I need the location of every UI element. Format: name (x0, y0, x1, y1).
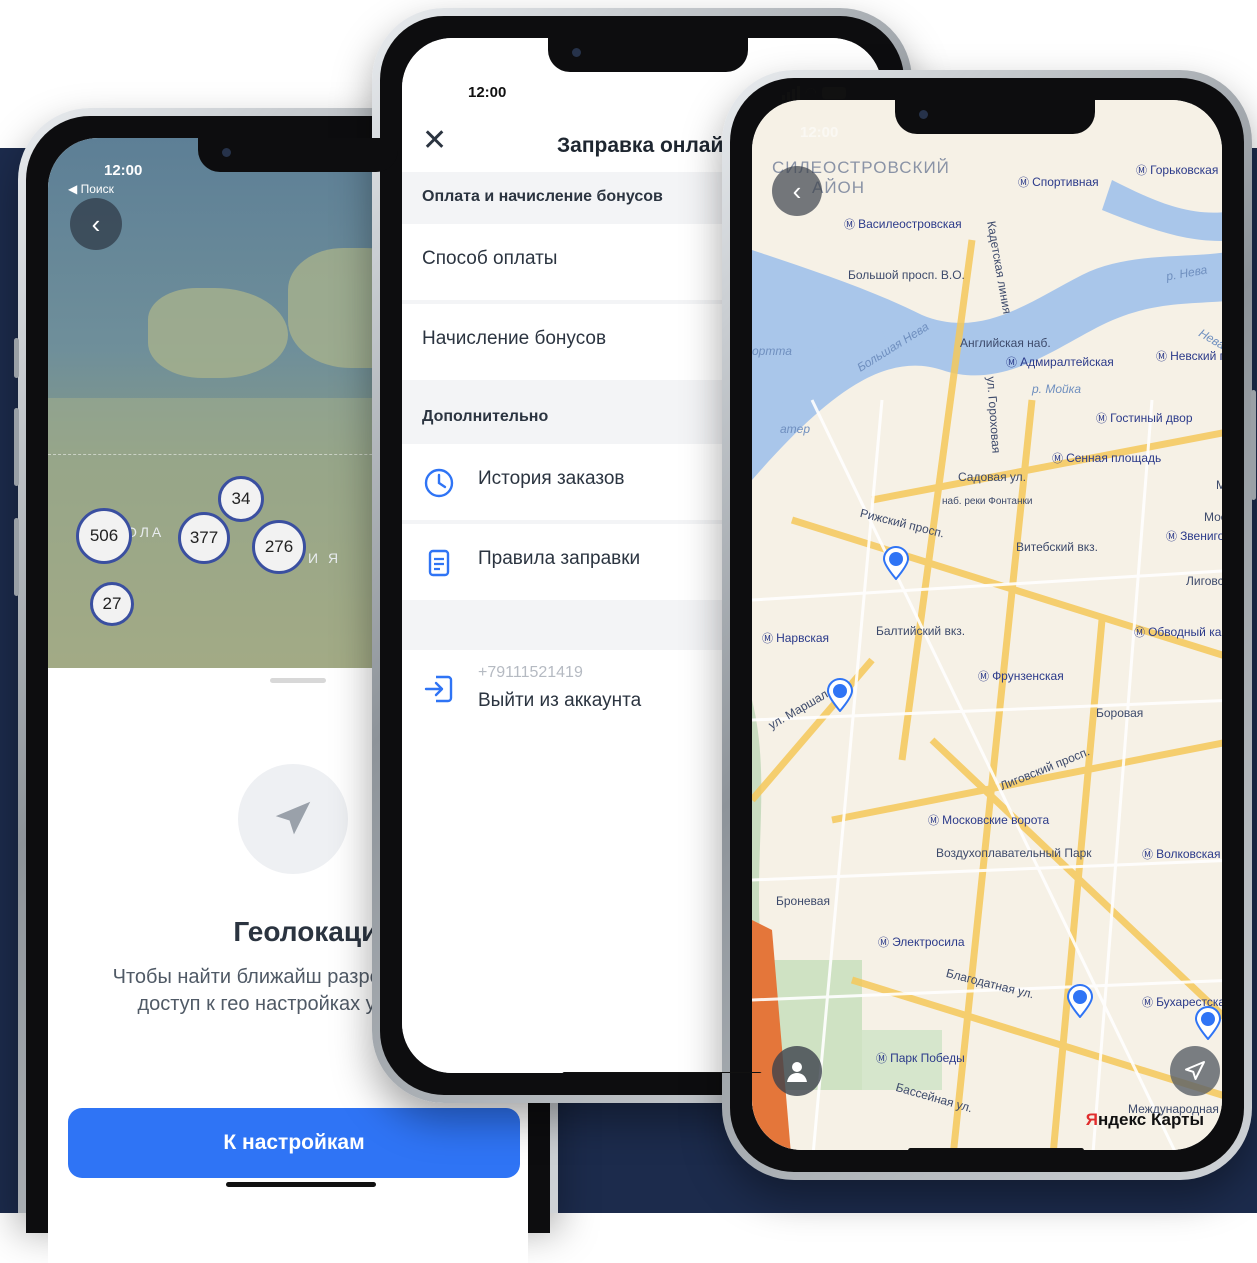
street-label: Боровая (1096, 706, 1144, 720)
metro-label: Парк Победы (876, 1050, 965, 1066)
metro-label: Обводный канал (1134, 624, 1222, 640)
profile-button[interactable] (772, 1046, 822, 1096)
my-location-button[interactable] (1170, 1046, 1220, 1096)
metro-label: Звенигор (1166, 528, 1222, 544)
notch (895, 100, 1095, 134)
street-label: Балтийский вкз. (876, 624, 966, 638)
station-cluster[interactable]: 27 (90, 582, 134, 626)
station-cluster[interactable]: 506 (76, 508, 132, 564)
gas-station-pin[interactable] (826, 678, 854, 713)
signal-icon (781, 85, 800, 100)
home-indicator (226, 1182, 376, 1187)
metro-label: Московские ворота (928, 812, 1049, 828)
phone-city-map: СИЛЕОСТРОВСКИЙ АЙОН Спортивная Горьковск… (722, 70, 1256, 1180)
gas-station-pin[interactable] (1194, 1006, 1222, 1041)
street-label: Английская наб. (960, 336, 1051, 350)
street-label: наб. реки Фонтанки (942, 496, 1033, 507)
volume-down-button (14, 518, 19, 596)
logout-icon (422, 672, 456, 706)
power-button (1251, 390, 1256, 500)
location-arrow-icon (238, 764, 348, 874)
page-title: Заправка онлайн (557, 134, 737, 157)
station-cluster[interactable]: 377 (178, 512, 230, 564)
status-time: 12:00 (468, 84, 507, 101)
wifi-icon: ◠ (804, 84, 817, 100)
status-time: 12:00 (800, 124, 839, 141)
water-label: р. Мойка (1032, 382, 1082, 396)
gas-station-pin[interactable] (882, 546, 910, 581)
metro-label: Сенная площадь (1052, 450, 1161, 466)
street-label: Лиговск просп (1186, 574, 1222, 588)
metro-label: Спортивная (1018, 174, 1099, 190)
status-icons: ◠ (781, 84, 846, 101)
home-indicator (562, 1072, 762, 1073)
payment-method-label: Способ оплаты (422, 248, 558, 269)
city-map[interactable]: СИЛЕОСТРОВСКИЙ АЙОН Спортивная Горьковск… (752, 100, 1222, 1150)
fuel-rules-label: Правила заправки (478, 548, 641, 569)
notch (548, 38, 748, 72)
station-cluster[interactable]: 276 (252, 520, 306, 574)
home-indicator (908, 1148, 1084, 1150)
side-button (14, 338, 19, 378)
chevron-left-icon: ‹ (91, 209, 101, 239)
map-label: И Я (308, 550, 342, 566)
station-cluster[interactable]: 34 (218, 476, 264, 522)
user-icon (787, 1062, 807, 1082)
yandex-maps-logo: Яндекс Карты (1085, 1110, 1204, 1129)
volume-up-button (14, 408, 19, 486)
back-button[interactable]: ‹ (772, 166, 822, 216)
street-label: Броневая (776, 894, 830, 908)
logout-label: Выйти из аккаунта (478, 690, 642, 711)
section-header-payment: Оплата и начисление бонусов (422, 188, 663, 205)
metro-label: Адмиралтейская (1006, 354, 1114, 370)
screen: СИЛЕОСТРОВСКИЙ АЙОН Спортивная Горьковск… (752, 100, 1222, 1150)
street-label: Ма (1216, 478, 1222, 492)
clock-icon (422, 466, 456, 500)
metro-label: Волковская (1142, 846, 1220, 862)
account-phone-number: +79111521419 (478, 664, 583, 681)
close-icon[interactable]: ✕ (422, 126, 447, 156)
street-label: Мос (1204, 510, 1222, 524)
notch (198, 138, 398, 172)
chevron-left-icon: ‹ (792, 176, 802, 206)
location-arrow-icon (1185, 1061, 1205, 1080)
back-button[interactable]: ‹ (70, 198, 122, 250)
metro-label: Горьковская (1136, 162, 1218, 178)
metro-label: Невский проспект (1156, 348, 1222, 364)
open-settings-button[interactable]: К настройкам (68, 1108, 520, 1178)
metro-label: Василеостровская (844, 216, 962, 232)
status-time: 12:00 (104, 162, 143, 179)
metro-label: Нарвская (762, 630, 829, 646)
battery-icon (822, 86, 846, 99)
street-label: Воздухоплавательный Парк (936, 846, 1092, 860)
back-to-search-link[interactable]: ◀ Поиск (68, 182, 114, 196)
street-label: Витебский вкз. (1016, 540, 1098, 554)
sheet-grabber[interactable] (270, 678, 326, 683)
section-header-extra: Дополнительно (422, 408, 549, 425)
metro-label: Электросила (878, 934, 965, 950)
metro-label: Гостиный двор (1096, 410, 1192, 426)
order-history-label: История заказов (478, 468, 625, 489)
water-label: атер (780, 422, 811, 436)
street-label: Большой просп. В.О. (848, 268, 965, 282)
bonus-accrual-label: Начисление бонусов (422, 328, 607, 349)
metro-label: Фрунзенская (978, 668, 1064, 684)
gas-station-pin[interactable] (1066, 984, 1094, 1019)
street-label: Садовая ул. (958, 470, 1026, 484)
document-icon (422, 546, 456, 580)
water-label: ортта (752, 344, 792, 358)
